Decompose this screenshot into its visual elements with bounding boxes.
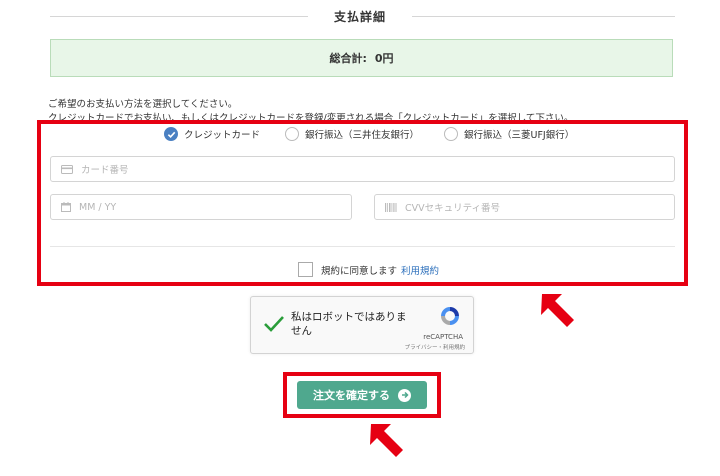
arrow-icon — [541, 294, 574, 327]
arrow-right-circle-icon — [398, 388, 411, 402]
arrow-icon — [370, 424, 403, 457]
total-label: 総合計: — [329, 52, 367, 65]
instruction-line-1: ご希望のお支払い方法を選択してください。 — [48, 99, 238, 110]
recaptcha-logo-icon — [441, 307, 459, 325]
total-value: 0円 — [374, 52, 394, 65]
checkmark-icon — [264, 316, 284, 332]
section-title: 支払詳細 — [333, 10, 386, 24]
recaptcha-label: 私はロボットではありません — [291, 311, 407, 337]
recaptcha-brand: reCAPTCHA — [423, 333, 463, 341]
recaptcha-widget[interactable]: 私はロボットではありません reCAPTCHA プライバシー・利用規約 — [250, 296, 474, 354]
highlight-frame-payment — [37, 120, 688, 286]
confirm-order-label: 注文を確定する — [313, 389, 390, 402]
recaptcha-privacy-links[interactable]: プライバシー・利用規約 — [405, 343, 465, 351]
total-box: 総合計: 0円 — [50, 39, 673, 77]
confirm-order-button[interactable]: 注文を確定する — [297, 381, 427, 409]
header-divider-left — [50, 16, 308, 17]
header-divider-right — [412, 16, 675, 17]
